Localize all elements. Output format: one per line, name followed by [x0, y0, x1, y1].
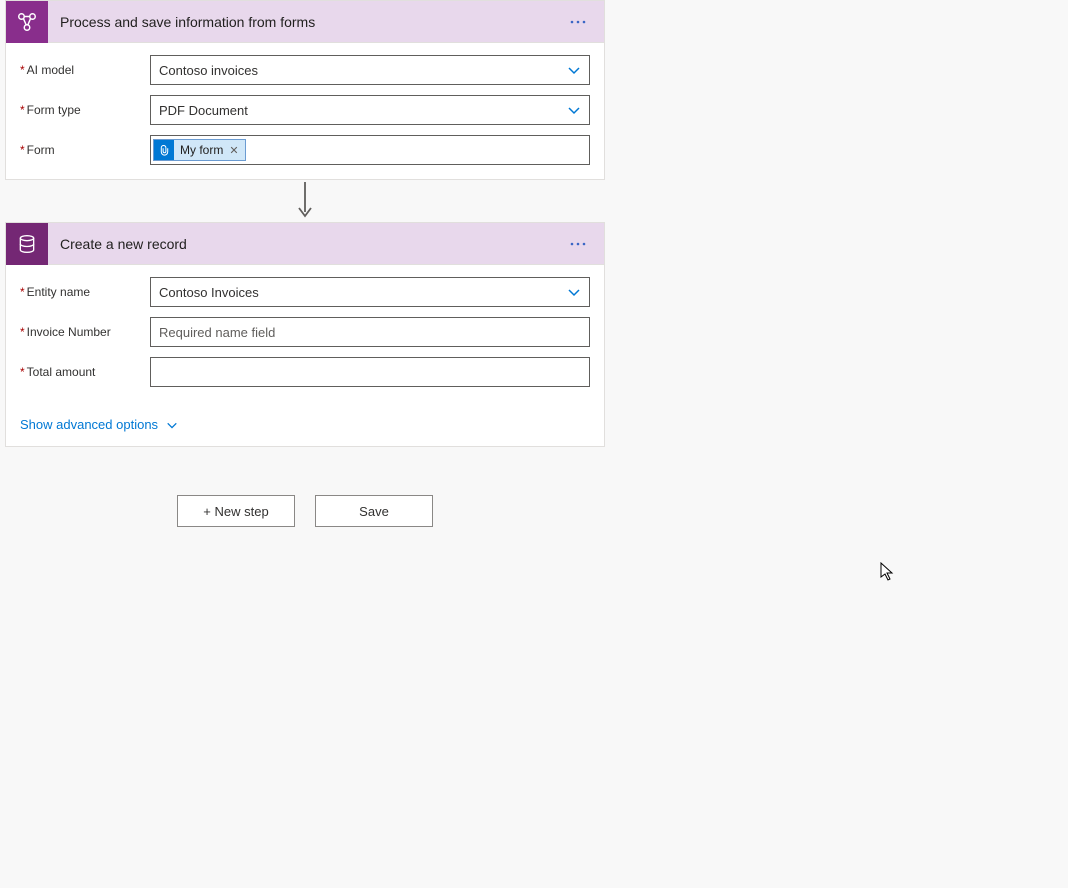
new-step-button[interactable]: + New step: [177, 495, 295, 527]
entity-name-value: Contoso Invoices: [159, 285, 259, 300]
token-remove-icon[interactable]: ✕: [229, 144, 238, 157]
attachment-icon: [154, 140, 174, 160]
chevron-down-icon: [567, 103, 581, 117]
form-type-select[interactable]: PDF Document: [150, 95, 590, 125]
ai-model-select[interactable]: Contoso invoices: [150, 55, 590, 85]
chevron-down-icon: [567, 63, 581, 77]
more-menu-button[interactable]: [562, 6, 594, 38]
card-title: Process and save information from forms: [48, 14, 562, 30]
more-menu-button[interactable]: [562, 228, 594, 260]
ai-builder-icon: [6, 1, 48, 43]
ai-model-value: Contoso invoices: [159, 63, 258, 78]
form-label: Form: [20, 143, 150, 157]
invoice-number-placeholder: Required name field: [159, 325, 275, 340]
chevron-down-icon: [567, 285, 581, 299]
form-type-value: PDF Document: [159, 103, 248, 118]
save-button[interactable]: Save: [315, 495, 433, 527]
footer-actions: + New step Save: [5, 495, 605, 527]
card-header[interactable]: Process and save information from forms: [6, 1, 604, 43]
total-amount-label: Total amount: [20, 365, 150, 379]
form-token[interactable]: My form ✕: [153, 139, 246, 161]
ai-model-label: AI model: [20, 63, 150, 77]
connector-arrow: [5, 180, 605, 222]
total-amount-input[interactable]: [150, 357, 590, 387]
card-header[interactable]: Create a new record: [6, 223, 604, 265]
cursor-icon: [880, 562, 896, 585]
form-input[interactable]: My form ✕: [150, 135, 590, 165]
advanced-options-label: Show advanced options: [20, 417, 158, 432]
token-label: My form: [180, 143, 223, 157]
chevron-down-icon: [166, 419, 178, 431]
show-advanced-options-link[interactable]: Show advanced options: [20, 417, 178, 432]
step-create-record: Create a new record Entity name Contoso …: [5, 222, 605, 447]
invoice-number-input[interactable]: Required name field: [150, 317, 590, 347]
step-process-forms: Process and save information from forms …: [5, 0, 605, 180]
invoice-number-label: Invoice Number: [20, 325, 150, 339]
entity-name-select[interactable]: Contoso Invoices: [150, 277, 590, 307]
form-type-label: Form type: [20, 103, 150, 117]
entity-name-label: Entity name: [20, 285, 150, 299]
database-icon: [6, 223, 48, 265]
card-title: Create a new record: [48, 236, 562, 252]
